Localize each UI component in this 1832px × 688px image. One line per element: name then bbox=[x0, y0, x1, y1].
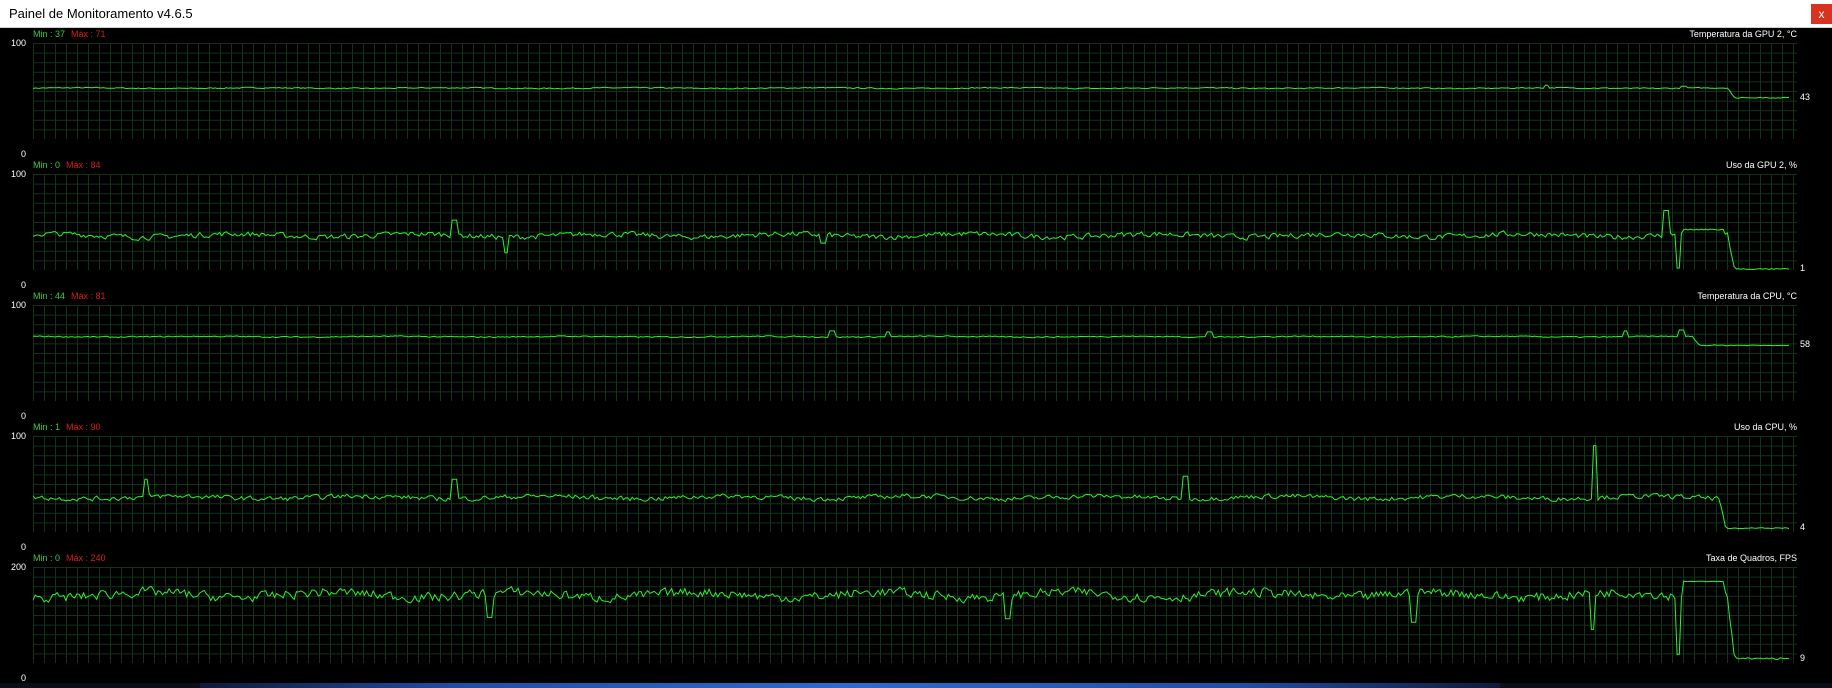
graph-frame-rate: Min : 0 Máx : 240 Taxa de Quadros, FPS 20… bbox=[0, 552, 1832, 683]
min-value: Min : 0 bbox=[33, 160, 61, 170]
current-value: 43 bbox=[1800, 91, 1811, 102]
min-value: Min : 1 bbox=[33, 422, 61, 432]
graph-stats: Min : 0 Máx : 240 bbox=[33, 553, 106, 563]
window-title: Painel de Monitoramento v4.6.5 bbox=[9, 6, 193, 21]
graph-line bbox=[33, 445, 1790, 530]
close-button[interactable]: x bbox=[1811, 4, 1832, 24]
graph-grid bbox=[33, 567, 1797, 663]
max-value: Máx : 71 bbox=[71, 29, 106, 39]
graph-plot bbox=[33, 436, 1797, 532]
taskbar-edge bbox=[0, 683, 1832, 688]
graph-title: Taxa de Quadros, FPS bbox=[1705, 553, 1797, 563]
graph-grid bbox=[33, 43, 1797, 139]
current-value: 9 bbox=[1800, 652, 1806, 663]
y-axis-max: 100 bbox=[10, 300, 26, 310]
graph-stats: Min : 37 Máx : 71 bbox=[33, 29, 106, 39]
graph-plot bbox=[33, 43, 1797, 139]
graph-title: Uso da CPU, % bbox=[1733, 422, 1797, 432]
y-axis-max: 200 bbox=[10, 562, 26, 572]
graph-line bbox=[33, 580, 1790, 661]
taskbar-highlight bbox=[200, 683, 1500, 688]
max-value: Máx : 81 bbox=[71, 291, 106, 301]
max-value: Máx : 240 bbox=[66, 553, 106, 563]
graph-grid bbox=[33, 174, 1797, 270]
min-value: Min : 37 bbox=[33, 29, 66, 39]
graph-cpu-usage: Min : 1 Máx : 90 Uso da CPU, % 100 0 4 bbox=[0, 421, 1832, 552]
graph-stats: Min : 1 Máx : 90 bbox=[33, 422, 101, 432]
current-value: 58 bbox=[1800, 339, 1811, 350]
y-axis-max: 100 bbox=[10, 38, 26, 48]
graph-grid bbox=[33, 436, 1797, 532]
graph-plot bbox=[33, 305, 1797, 401]
graph-cpu-temperature: Min : 44 Máx : 81 Temperatura da CPU, °C … bbox=[0, 290, 1832, 421]
graph-stats: Min : 44 Máx : 81 bbox=[33, 291, 106, 301]
graph-stats: Min : 0 Máx : 84 bbox=[33, 160, 101, 170]
y-axis-min: 0 bbox=[20, 673, 26, 683]
current-value: 4 bbox=[1800, 522, 1806, 533]
graph-gpu2-usage: Min : 0 Máx : 84 Uso da GPU 2, % 100 0 1 bbox=[0, 159, 1832, 290]
graph-title: Uso da GPU 2, % bbox=[1725, 160, 1797, 170]
graph-title: Temperatura da GPU 2, °C bbox=[1689, 29, 1797, 39]
monitoring-graphs: Min : 37 Máx : 71 Temperatura da GPU 2, °… bbox=[0, 28, 1832, 683]
graph-title: Temperatura da CPU, °C bbox=[1697, 291, 1797, 301]
y-axis-max: 100 bbox=[10, 169, 26, 179]
min-value: Min : 0 bbox=[33, 553, 61, 563]
graph-plot bbox=[33, 174, 1797, 270]
max-value: Máx : 84 bbox=[66, 160, 101, 170]
graph-plot bbox=[33, 567, 1797, 663]
graph-grid bbox=[33, 305, 1797, 401]
current-value: 1 bbox=[1800, 263, 1806, 274]
y-axis-max: 100 bbox=[10, 431, 26, 441]
y-axis-min: 0 bbox=[20, 280, 26, 290]
max-value: Máx : 90 bbox=[66, 422, 101, 432]
y-axis-min: 0 bbox=[20, 542, 26, 552]
graph-gpu2-temperature: Min : 37 Máx : 71 Temperatura da GPU 2, °… bbox=[0, 28, 1832, 159]
y-axis-min: 0 bbox=[20, 411, 26, 421]
y-axis-min: 0 bbox=[20, 149, 26, 159]
min-value: Min : 44 bbox=[33, 291, 66, 301]
window-titlebar: Painel de Monitoramento v4.6.5 x bbox=[0, 0, 1832, 28]
